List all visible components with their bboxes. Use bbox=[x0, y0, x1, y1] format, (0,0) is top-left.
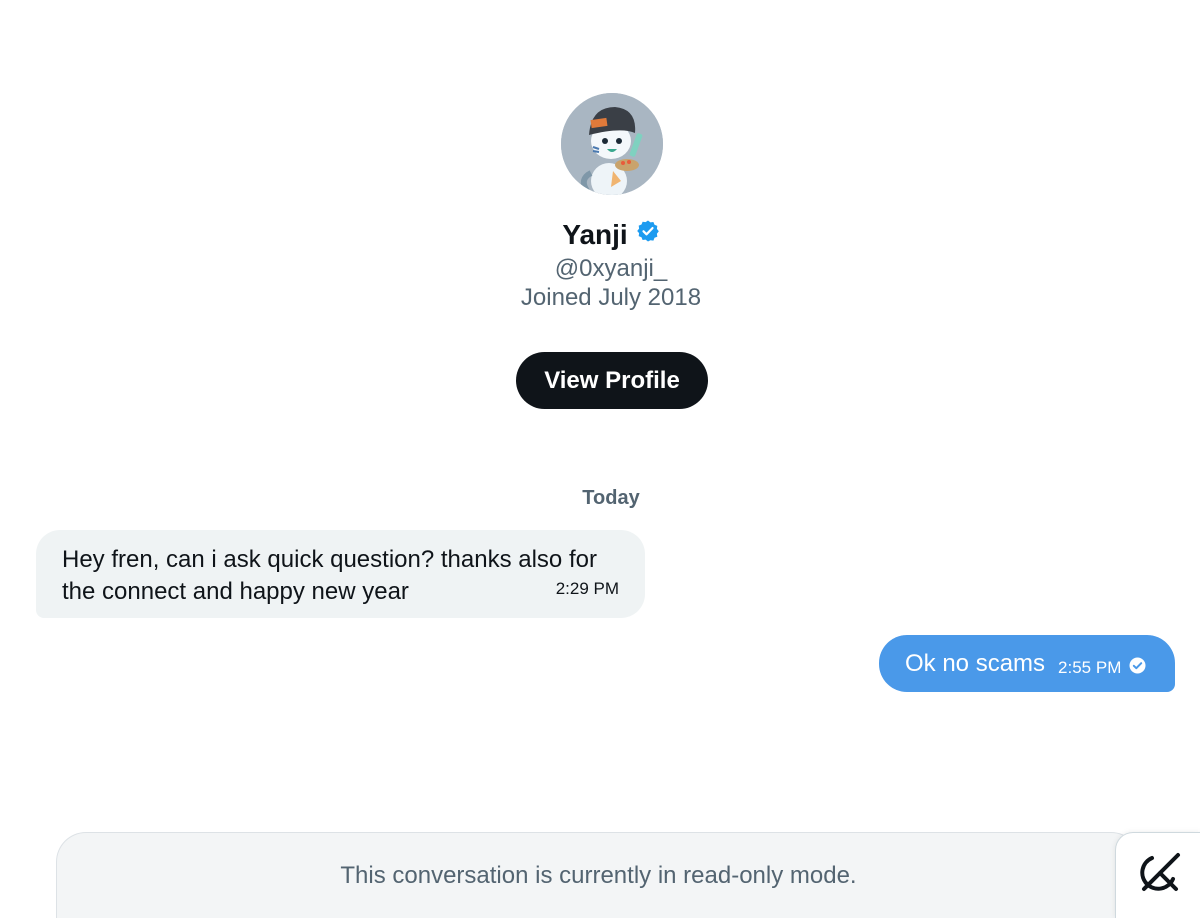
message-text: Hey fren, can i ask quick question? than… bbox=[62, 546, 597, 605]
incoming-message-bubble[interactable]: Hey fren, can i ask quick question? than… bbox=[36, 530, 645, 618]
date-divider: Today bbox=[582, 487, 640, 509]
avatar-illustration-icon bbox=[561, 93, 663, 195]
grok-button[interactable] bbox=[1115, 832, 1200, 918]
avatar[interactable] bbox=[561, 93, 663, 195]
message-timestamp: 2:29 PM bbox=[555, 579, 619, 598]
profile-joined-date: Joined July 2018 bbox=[520, 284, 702, 311]
dm-conversation-page: Yanji @0xyanji_ Joined July 2018 View Pr… bbox=[0, 0, 1200, 918]
view-profile-button[interactable]: View Profile bbox=[516, 352, 708, 409]
read-only-notice: This conversation is currently in read-o… bbox=[56, 832, 1141, 918]
profile-name-row: Yanji bbox=[0, 216, 1200, 254]
profile-handle: @0xyanji_ bbox=[554, 255, 668, 282]
verified-badge-icon bbox=[636, 215, 660, 253]
sent-check-icon bbox=[1129, 657, 1146, 679]
grok-icon bbox=[1132, 847, 1184, 904]
profile-name: Yanji bbox=[562, 219, 628, 250]
message-timestamp: 2:55 PM bbox=[1058, 657, 1122, 677]
read-only-text: This conversation is currently in read-o… bbox=[340, 861, 857, 889]
outgoing-message-bubble[interactable]: Ok no scams 2:55 PM bbox=[879, 635, 1175, 692]
message-text: Ok no scams bbox=[905, 649, 1046, 677]
